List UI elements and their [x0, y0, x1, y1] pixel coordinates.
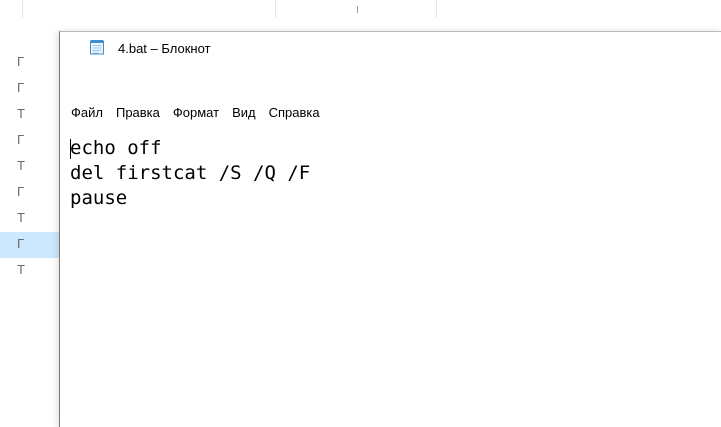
- screen: Г Г Т Г Т Г Т Г Т 4.bat – Блокнот Файл П…: [0, 0, 721, 427]
- explorer-row-selected[interactable]: Г: [0, 232, 60, 258]
- explorer-row[interactable]: Г: [0, 180, 60, 206]
- text-caret: [70, 139, 71, 159]
- notepad-icon: [90, 40, 104, 55]
- explorer-row-text: Г: [17, 184, 25, 199]
- explorer-row[interactable]: Т: [0, 102, 60, 128]
- explorer-row[interactable]: Т: [0, 206, 60, 232]
- column-divider[interactable]: [275, 0, 276, 18]
- column-divider[interactable]: [22, 0, 23, 18]
- title-bar[interactable]: 4.bat – Блокнот: [60, 32, 721, 62]
- editor-content: echo off del firstcat /S /Q /F pause: [70, 136, 310, 211]
- menu-help[interactable]: Справка: [269, 105, 320, 121]
- menu-edit[interactable]: Правка: [116, 105, 160, 121]
- explorer-row[interactable]: Т: [0, 154, 60, 180]
- editor-line: echo off: [70, 137, 162, 159]
- explorer-row-text: Г: [17, 236, 25, 251]
- explorer-row[interactable]: Г: [0, 50, 60, 76]
- notepad-window: 4.bat – Блокнот Файл Правка Формат Вид С…: [59, 31, 721, 427]
- column-divider[interactable]: [436, 0, 437, 18]
- explorer-row-text: Т: [17, 262, 25, 277]
- explorer-row-text: Г: [17, 80, 25, 95]
- explorer-row-text: Г: [17, 132, 25, 147]
- menu-bar: Файл Правка Формат Вид Справка: [60, 102, 721, 124]
- explorer-file-list: Г Г Т Г Т Г Т Г Т: [0, 50, 60, 284]
- menu-view[interactable]: Вид: [232, 105, 256, 121]
- menu-format[interactable]: Формат: [173, 105, 219, 121]
- explorer-row[interactable]: Г: [0, 128, 60, 154]
- explorer-row-text: Г: [17, 54, 25, 69]
- explorer-row[interactable]: Г: [0, 76, 60, 102]
- explorer-row[interactable]: Т: [0, 258, 60, 284]
- explorer-row-text: Т: [17, 158, 25, 173]
- text-editor-area[interactable]: echo off del firstcat /S /Q /F pause: [60, 136, 721, 427]
- column-sort-mark: [357, 6, 358, 13]
- editor-line: del firstcat /S /Q /F: [70, 162, 311, 184]
- window-title: 4.bat – Блокнот: [118, 41, 211, 56]
- explorer-column-header: [0, 0, 721, 18]
- explorer-row-text: Т: [17, 210, 25, 225]
- explorer-row-text: Т: [17, 106, 25, 121]
- menu-file[interactable]: Файл: [71, 105, 103, 121]
- editor-line: pause: [70, 187, 128, 209]
